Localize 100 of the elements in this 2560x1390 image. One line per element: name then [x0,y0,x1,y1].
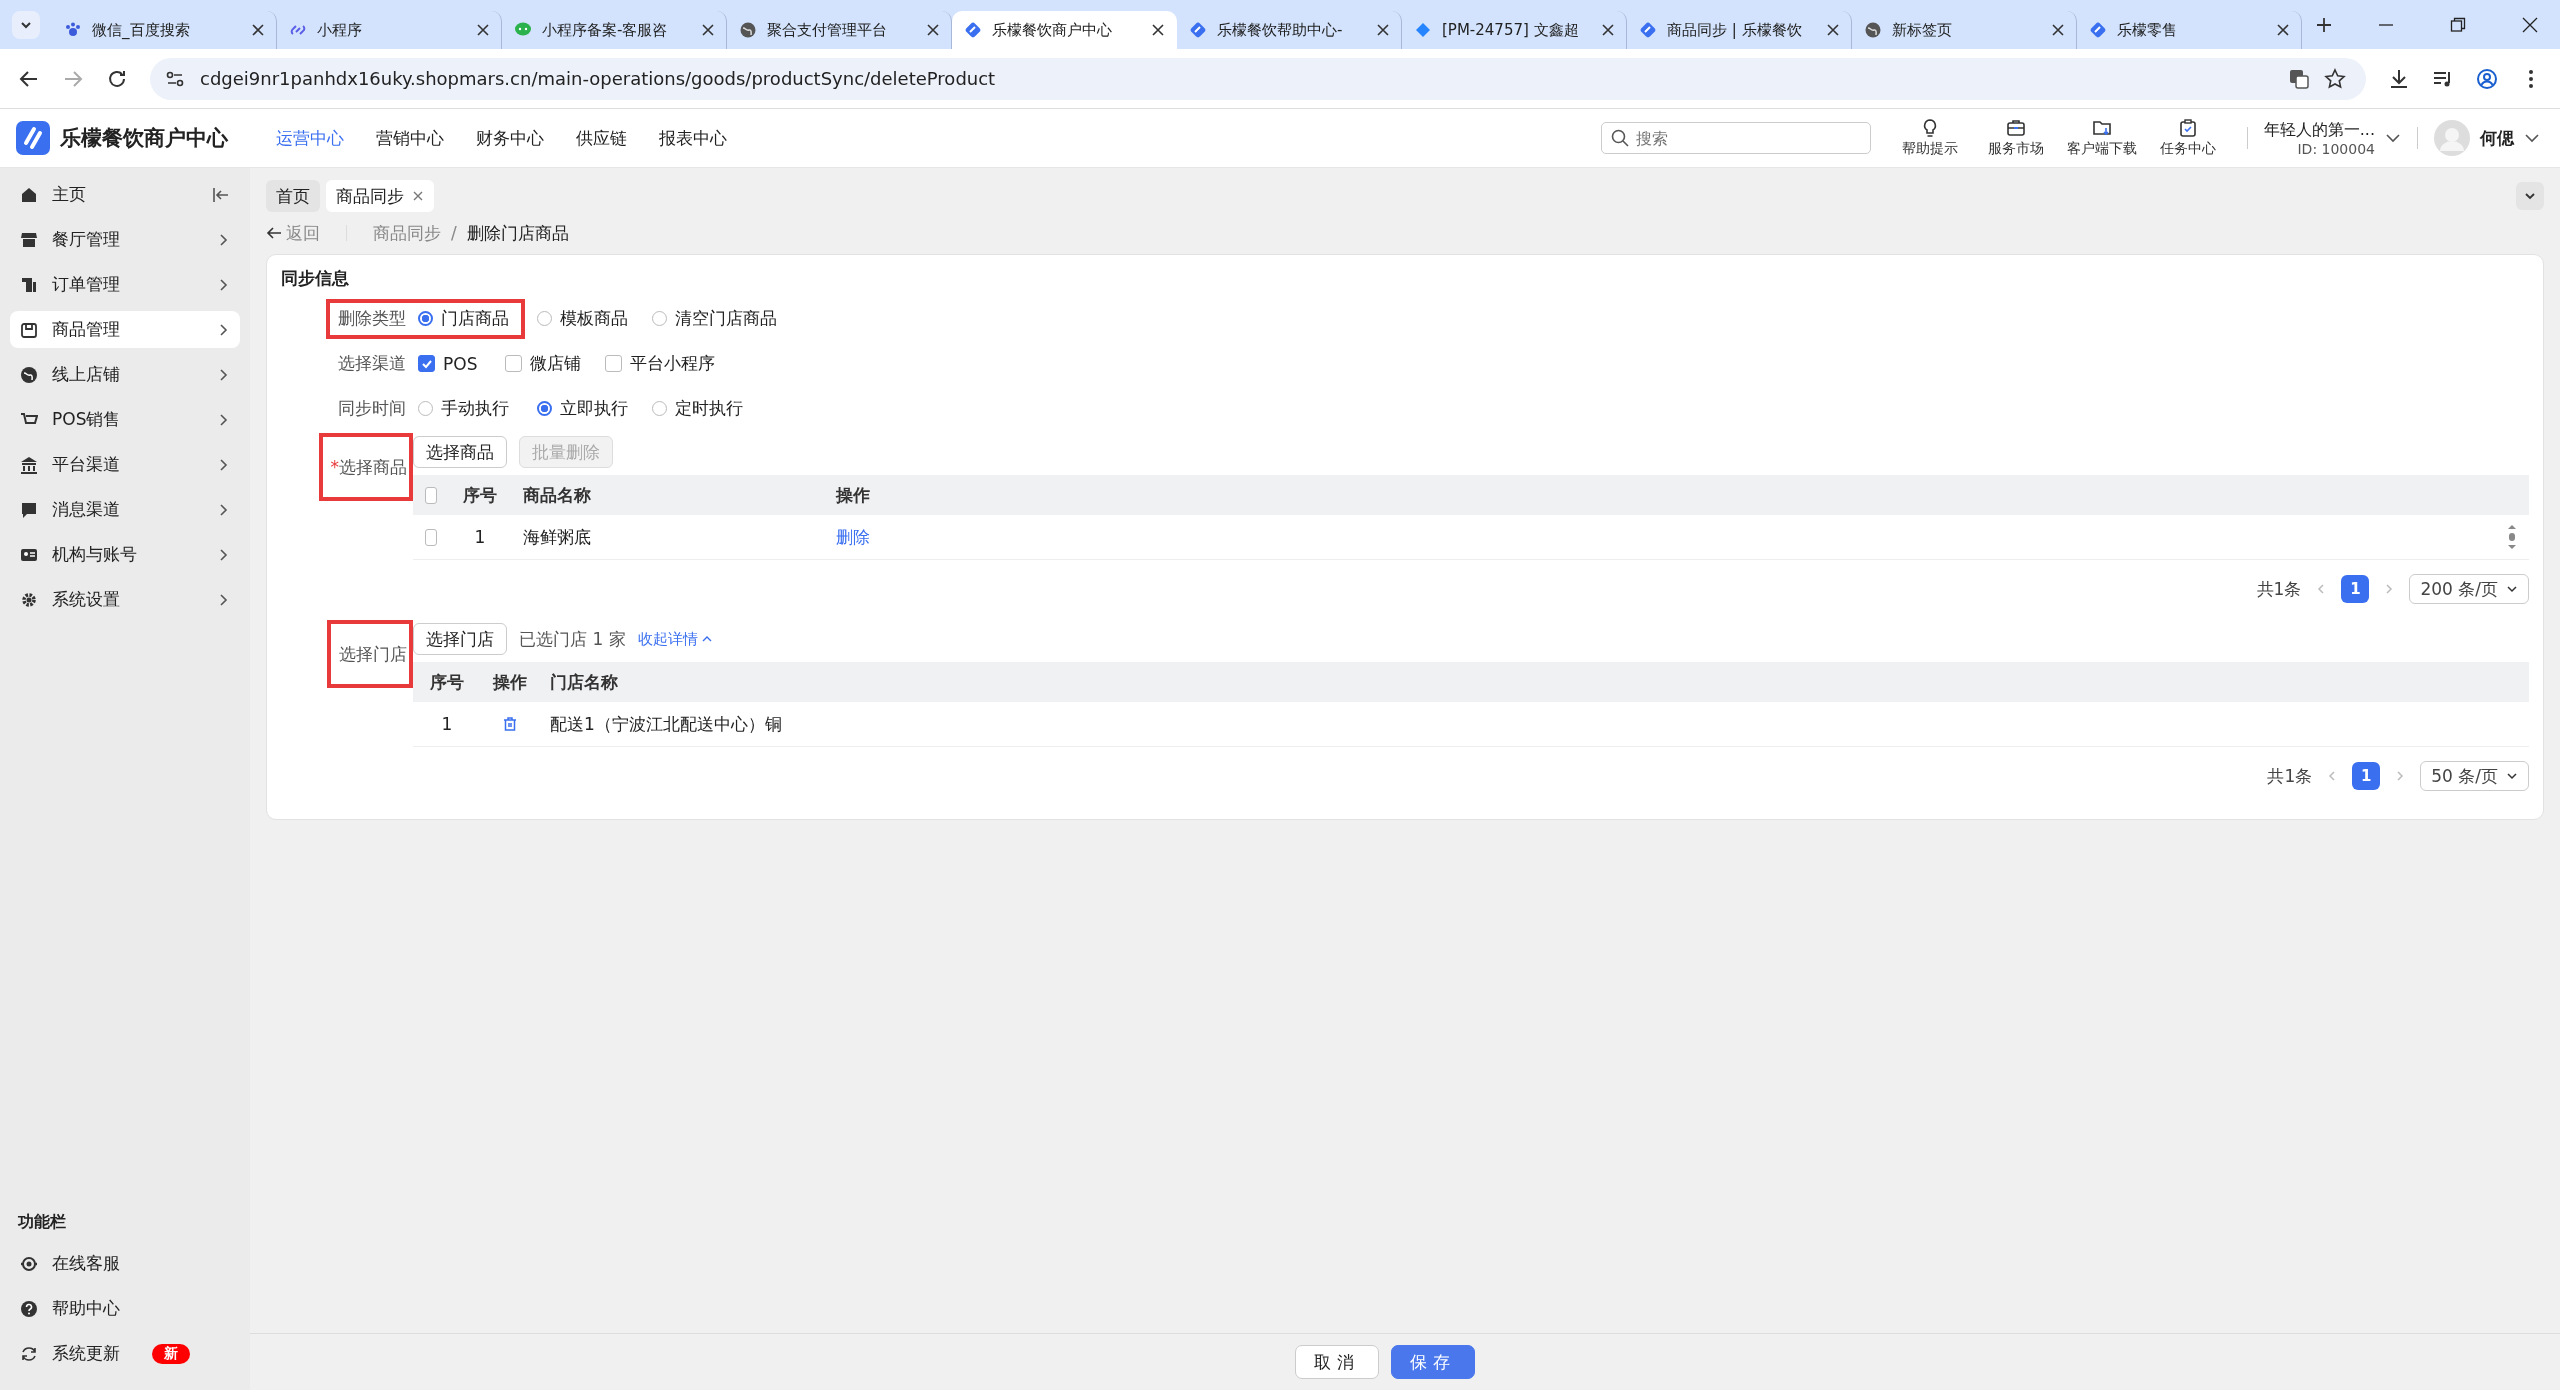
radio-button[interactable] [537,311,552,326]
checkbox[interactable] [605,355,623,372]
chevron-down-icon [2506,770,2518,782]
globe-icon [739,21,757,39]
toolbar-button[interactable]: 帮助提示 [1886,118,1973,158]
sidebar-item[interactable]: 订单管理 [10,266,240,303]
refresh-icon [20,1344,38,1363]
sidebar-item[interactable]: 商品管理 [10,311,240,348]
radio-button[interactable] [418,401,433,416]
tab-title: 乐檬餐饮商户中心 [992,20,1113,40]
page-tab[interactable]: 商品同步 [326,180,434,212]
browser-tab[interactable]: 乐檬餐饮商户中心 [952,11,1177,49]
arrows-icon [1414,21,1432,39]
save-button[interactable]: 保存 [1391,1345,1475,1379]
radio-option[interactable]: 模板商品 [537,307,628,330]
logo-icon [16,121,50,155]
toolbar-button[interactable]: 客户端下载 [2058,118,2145,158]
checkbox-option[interactable]: 微店铺 [505,352,582,375]
sidebar-item[interactable]: 餐厅管理 [10,221,240,258]
checkbox-option[interactable]: 平台小程序 [605,352,716,375]
nav-tab[interactable]: 报表中心 [659,126,727,150]
radio-option[interactable]: 定时执行 [652,397,743,420]
close-icon[interactable] [2052,24,2064,36]
store-icon [20,230,38,249]
checkbox[interactable] [505,355,523,372]
url-text: cdgei9nr1panhdx16uky.shopmars.cn/main-operations/goods/productSync/deleteProduct [200,68,996,89]
page-number[interactable]: 1 [2352,762,2381,790]
radio-option[interactable]: 清空门店商品 [652,307,777,330]
select-store-button[interactable]: 选择门店 [413,623,507,655]
sidebar-item[interactable]: POS销售 [10,401,240,438]
total-count: 共1条 [2267,764,2313,788]
breadcrumb-current: 删除门店商品 [466,221,569,245]
sidebar-item[interactable]: 消息渠道 [10,491,240,528]
close-icon[interactable] [1152,24,1164,36]
close-icon[interactable] [1602,24,1614,36]
field-label: 同步时间 [338,397,406,420]
sidebar-item[interactable]: 机构与账号 [10,536,240,573]
radio-option[interactable]: 手动执行 [418,397,509,420]
nav-tab[interactable]: 营销中心 [376,126,444,150]
nav-tab[interactable]: 供应链 [576,126,627,150]
radio-button[interactable] [537,401,552,416]
close-icon[interactable] [1827,24,1839,36]
trash-icon[interactable] [501,716,518,732]
cancel-button[interactable]: 取消 [1295,1345,1379,1379]
close-icon[interactable] [2277,24,2289,36]
row-checkbox[interactable] [425,528,437,546]
address-bar[interactable]: cdgei9nr1panhdx16uky.shopmars.cn/main-operations/goods/productSync/deleteProduct [150,57,2366,100]
page-number[interactable]: 1 [2341,575,2370,603]
restore-icon[interactable] [2450,16,2466,33]
tab-list-button[interactable] [12,10,40,39]
toolbar-button[interactable]: 任务中心 [2144,118,2231,158]
close-icon[interactable] [477,24,489,36]
globe-icon [1864,21,1882,39]
message-icon [20,500,38,519]
close-icon[interactable] [1377,24,1389,36]
gear-icon [20,590,38,609]
headset-icon [20,1254,38,1273]
profile-icon[interactable] [2476,67,2498,90]
sidebar-item[interactable]: 平台渠道 [10,446,240,483]
radio-button[interactable] [418,311,433,326]
translate-icon[interactable] [2288,67,2310,90]
sidebar-item[interactable]: 系统设置 [10,581,240,618]
close-icon[interactable] [702,24,714,36]
sidebar-item[interactable]: 在线客服 [10,1245,240,1282]
checkbox[interactable] [418,355,435,372]
scroll-arrows-icon[interactable] [2507,524,2517,550]
radio-option[interactable]: 立即执行 [537,397,628,420]
action-button[interactable]: 选择商品 [413,436,507,468]
user-menu[interactable]: 何偲 [2434,120,2540,156]
sidebar-item[interactable]: 主页 [10,176,240,213]
close-icon[interactable] [927,24,939,36]
page-tab[interactable]: 首页 [266,180,320,212]
nav-tab[interactable]: 财务中心 [476,126,544,150]
column-header: 操作 [834,483,871,507]
radio-option[interactable]: 门店商品 [418,307,509,330]
page-size-select[interactable]: 50 条/页 [2420,761,2529,791]
sidebar-item[interactable]: 帮助中心 [10,1290,240,1327]
nav-tab[interactable]: 运营中心 [276,126,344,150]
sidebar-item[interactable]: 系统更新 新 [10,1335,240,1372]
sidebar-item[interactable]: 线上店铺 [10,356,240,393]
close-icon[interactable] [2522,16,2538,33]
close-icon[interactable] [252,24,264,36]
box-icon [20,320,38,339]
star-icon[interactable] [2324,67,2346,90]
radio-button[interactable] [652,311,667,326]
account-switcher[interactable]: 年轻人的第一... ID: 100004 [2263,119,2401,157]
page-size-select[interactable]: 200 条/页 [2409,574,2529,604]
collapse-icon[interactable] [212,185,230,204]
toolbar-button[interactable]: 服务市场 [1972,118,2059,158]
select-all-checkbox[interactable] [425,486,437,504]
new-tab-icon[interactable] [2316,16,2332,33]
radio-button[interactable] [652,401,667,416]
tab-title: 乐檬餐饮帮助中心- [1217,20,1344,40]
collapse-link[interactable]: 收起详情 [637,629,712,649]
tabs-dropdown-button[interactable] [2516,182,2544,210]
section-title: 同步信息 [281,267,350,290]
checkbox-option[interactable]: POS [418,353,478,374]
search-field[interactable]: 搜索 [1600,122,1871,154]
delete-link[interactable]: 删除 [836,525,870,549]
download-icon[interactable] [2388,67,2410,90]
